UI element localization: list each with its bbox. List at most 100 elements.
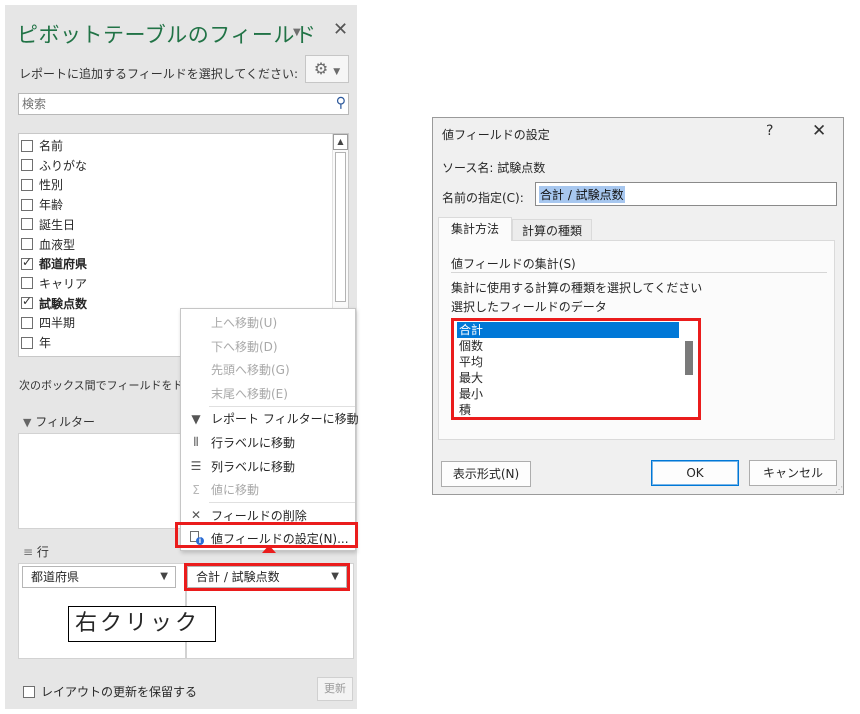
context-menu: 上へ移動(U) 下へ移動(D) 先頭へ移動(G) 末尾へ移動(E) ▼ レポート フィルタ…: [180, 308, 359, 551]
tab-panel: 値フィールドの集計(S) 集計に使用する計算の種類を選択してください 選択したフ…: [438, 240, 835, 440]
menu-item: 末尾へ移動(E): [181, 382, 355, 405]
update-button[interactable]: 更新: [317, 677, 353, 701]
search-input[interactable]: [19, 94, 319, 114]
field-item[interactable]: キャリア: [21, 274, 87, 293]
columns-icon: ☰: [190, 459, 202, 474]
chevron-down-icon[interactable]: ▼: [331, 567, 339, 587]
rows-label-text: 行: [36, 545, 49, 559]
field-checkbox[interactable]: [21, 277, 33, 290]
right-click-callout: 右クリック: [68, 606, 216, 642]
tools-gear-button[interactable]: ⚙ ▼: [305, 55, 349, 83]
summarize-subcaption: 選択したフィールドのデータ: [451, 300, 607, 314]
filters-label-text: フィルター: [35, 415, 96, 429]
function-option[interactable]: 積: [457, 402, 679, 417]
field-label: ふりがな: [39, 158, 88, 173]
field-label: キャリア: [39, 276, 88, 291]
row-field-chip[interactable]: 都道府県 ▼: [22, 566, 176, 588]
menu-item-label: レポート フィルターに移動: [211, 412, 359, 427]
filters-area-label: ▼ フィルター: [23, 413, 95, 430]
menu-item-label: 列ラベルに移動: [211, 459, 296, 474]
field-checkbox[interactable]: [21, 336, 33, 349]
defer-checkbox[interactable]: [23, 685, 35, 698]
field-checkbox[interactable]: [21, 198, 33, 211]
filter-icon: ▼: [191, 411, 201, 426]
function-listbox[interactable]: 合計 個数 平均 最大 最小積: [451, 318, 701, 420]
tab-summarize-by[interactable]: 集計方法: [438, 217, 512, 241]
dialog-title: 値フィールドの設定: [442, 128, 550, 142]
field-item[interactable]: 誕生日: [21, 215, 75, 234]
scroll-thumb[interactable]: [335, 152, 346, 302]
rows-icon: ≡: [23, 545, 34, 559]
listbox-scroll-thumb[interactable]: [685, 341, 693, 375]
field-checkbox[interactable]: [21, 238, 33, 250]
field-checkbox[interactable]: [21, 255, 33, 270]
close-icon[interactable]: ✕: [333, 19, 348, 40]
summarize-description: 集計に使用する計算の種類を選択してください: [451, 281, 703, 295]
field-item[interactable]: 四半期: [21, 313, 75, 332]
close-icon[interactable]: ✕: [812, 121, 826, 141]
menu-item-label: 末尾へ移動(E): [211, 386, 288, 401]
help-icon[interactable]: ?: [766, 123, 773, 139]
field-item[interactable]: ふりがな: [21, 156, 87, 175]
field-checkbox[interactable]: [21, 159, 33, 172]
field-label: 都道府県: [39, 257, 88, 272]
values-field-chip[interactable]: 合計 / 試験点数 ▼: [184, 563, 350, 591]
menu-item[interactable]: ⦀ 行ラベルに移動: [181, 431, 355, 454]
field-item[interactable]: 年齢: [21, 195, 63, 214]
pane-options-dropdown-icon[interactable]: ▼: [293, 27, 301, 38]
field-label: 四半期: [39, 316, 76, 331]
menu-item[interactable]: ☰ 列ラベルに移動: [181, 455, 355, 478]
field-item[interactable]: 血液型: [21, 235, 75, 254]
cancel-button[interactable]: キャンセル: [749, 460, 837, 486]
filters-drop-area[interactable]: [18, 433, 186, 529]
menu-item: 下へ移動(D): [181, 335, 355, 358]
function-option[interactable]: 最大: [457, 370, 679, 386]
field-item[interactable]: 試験点数: [21, 294, 87, 313]
field-label: 血液型: [39, 237, 76, 252]
number-format-button[interactable]: 表示形式(N): [441, 461, 531, 487]
field-item[interactable]: 名前: [21, 136, 63, 155]
function-option[interactable]: 合計: [457, 322, 679, 338]
ok-button[interactable]: OK: [651, 460, 739, 486]
menu-item[interactable]: ▼ レポート フィルターに移動: [181, 407, 358, 430]
field-checkbox[interactable]: [21, 139, 33, 152]
gear-icon: ⚙: [313, 59, 329, 78]
divider: [451, 272, 827, 273]
menu-item-label: 下へ移動(D): [211, 339, 278, 354]
row-chip-label: 都道府県: [31, 570, 80, 584]
chevron-down-icon[interactable]: ▼: [160, 567, 168, 587]
field-label: 年齢: [39, 198, 64, 213]
field-label: 名前: [39, 139, 64, 153]
field-item[interactable]: 都道府県: [21, 254, 87, 273]
field-checkbox[interactable]: [21, 178, 33, 191]
function-option[interactable]: 最小: [457, 386, 679, 402]
source-name: ソース名: 試験点数: [442, 161, 546, 175]
field-item[interactable]: ふりがな2: [21, 353, 95, 357]
field-label: 性別: [39, 178, 64, 193]
scroll-up-icon[interactable]: ▲: [333, 134, 348, 150]
field-label: 誕生日: [39, 217, 76, 232]
field-checkbox[interactable]: [21, 218, 33, 231]
function-option[interactable]: 平均: [457, 354, 679, 370]
field-item[interactable]: 年: [21, 333, 51, 352]
field-checkbox[interactable]: [21, 356, 33, 357]
field-checkbox[interactable]: [21, 294, 33, 310]
pane-instructions: レポートに追加するフィールドを選択してください:: [19, 67, 299, 81]
menu-item-label: 先頭へ移動(G): [211, 363, 290, 378]
defer-label: レイアウトの更新を保留する: [41, 685, 198, 699]
menu-item-label: 行ラベルに移動: [211, 436, 296, 450]
field-label: 試験点数: [39, 296, 88, 311]
sigma-icon: Σ: [192, 482, 200, 497]
custom-name-label: 名前の指定(C):: [442, 191, 524, 205]
function-option[interactable]: 個数: [457, 338, 679, 354]
custom-name-input[interactable]: 合計 / 試験点数: [535, 182, 837, 206]
field-label: 年: [39, 336, 52, 350]
resize-grip-icon[interactable]: ⋰: [835, 486, 843, 494]
field-item[interactable]: 性別: [21, 175, 63, 194]
search-icon[interactable]: ⚲: [336, 95, 346, 111]
rows-area-label: ≡ 行: [23, 543, 49, 560]
tab-show-values-as[interactable]: 計算の種類: [512, 219, 592, 241]
field-checkbox[interactable]: [21, 316, 33, 329]
values-chip-label: 合計 / 試験点数: [196, 570, 280, 584]
defer-layout-update[interactable]: レイアウトの更新を保留する: [23, 683, 197, 700]
